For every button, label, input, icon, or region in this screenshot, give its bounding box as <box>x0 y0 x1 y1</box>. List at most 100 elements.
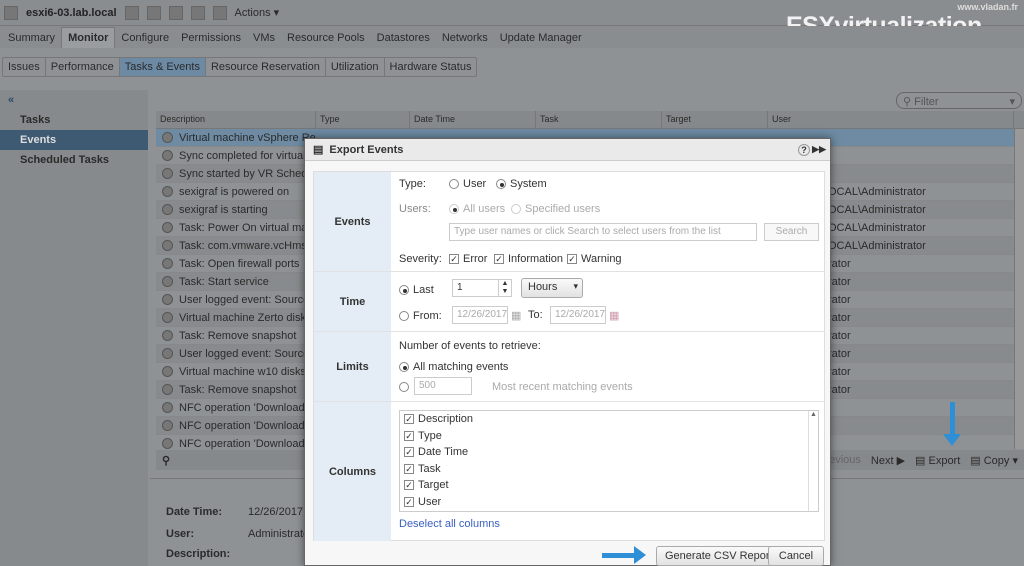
cancel-button[interactable]: Cancel <box>768 546 824 566</box>
event-icon <box>162 366 173 377</box>
main-tabs: Summary Monitor Configure Permissions VM… <box>0 26 1024 48</box>
information-checkbox[interactable]: ✓ Information <box>494 253 563 265</box>
copy-button[interactable]: ▤ Copy ▾ <box>970 454 1018 467</box>
tab-monitor[interactable]: Monitor <box>61 27 116 48</box>
tab-datastores[interactable]: Datastores <box>371 28 436 48</box>
tab-configure[interactable]: Configure <box>115 28 175 48</box>
row-description: NFC operation 'Download' fo... <box>179 437 319 450</box>
actions-menu[interactable]: Actions ▾ <box>235 6 280 19</box>
col-task[interactable]: Task <box>536 111 662 128</box>
deselect-all-link[interactable]: Deselect all columns <box>399 518 500 530</box>
all-users-radio[interactable]: All users <box>449 203 505 215</box>
nav-scheduled-tasks[interactable]: Scheduled Tasks <box>0 150 148 170</box>
detail-user-value: Administrato <box>248 528 310 540</box>
tab-resource-pools[interactable]: Resource Pools <box>281 28 371 48</box>
col-user[interactable]: User <box>768 111 1014 128</box>
subtab-tasks-events[interactable]: Tasks & Events <box>119 58 206 76</box>
column-name: Task <box>418 462 441 475</box>
last-value-stepper[interactable]: ▲ ▼ <box>498 279 512 297</box>
column-name: Description <box>418 413 474 425</box>
tab-summary[interactable]: Summary <box>2 28 61 48</box>
generate-csv-button[interactable]: Generate CSV Report <box>656 546 782 566</box>
col-type[interactable]: Type <box>316 111 410 128</box>
event-count-input[interactable]: 500 <box>414 377 472 395</box>
events-section: Events Type: User System Users: All user… <box>314 172 824 272</box>
subtab-hardware-status[interactable]: Hardware Status <box>385 58 477 76</box>
type-system-radio[interactable]: System <box>496 178 547 190</box>
warning-checkbox[interactable]: ✓ Warning <box>567 253 622 265</box>
tab-networks[interactable]: Networks <box>436 28 494 48</box>
column-name: User <box>418 495 442 508</box>
event-icon <box>162 222 173 233</box>
help-icon[interactable]: ? <box>798 143 810 156</box>
export-button[interactable]: ▤ Export <box>915 454 960 467</box>
column-checkbox[interactable]: ✓ Task <box>404 463 814 480</box>
column-checkbox[interactable]: ✓ Description <box>404 413 814 430</box>
tab-update-manager[interactable]: Update Manager <box>494 28 588 48</box>
recent-label: Most recent matching events <box>492 381 633 393</box>
event-icon <box>162 312 173 323</box>
users-input[interactable]: Type user names or click Search to selec… <box>449 223 757 241</box>
event-icon <box>162 402 173 413</box>
collapse-icon[interactable]: « <box>0 90 148 110</box>
col-description[interactable]: Description <box>156 111 316 128</box>
row-user: OCAL\Administrator <box>828 185 926 198</box>
toolbar-action-icon[interactable] <box>212 5 227 20</box>
subtab-resource-reservation[interactable]: Resource Reservation <box>206 58 326 76</box>
from-radio[interactable]: From: <box>399 310 442 322</box>
time-unit-select[interactable]: Hours ▾ <box>521 278 583 298</box>
subtab-performance[interactable]: Performance <box>46 58 120 76</box>
toolbar-action-icon[interactable] <box>146 5 161 20</box>
binoculars-icon[interactable]: ⚲ <box>162 454 170 467</box>
toolbar-action-icon[interactable] <box>124 5 139 20</box>
subtab-issues[interactable]: Issues <box>3 58 46 76</box>
error-checkbox[interactable]: ✓ Error <box>449 253 487 265</box>
export-label: Export <box>928 454 961 467</box>
filter-input[interactable]: ⚲ Filter ▾ <box>896 92 1022 109</box>
dialog-title-bar[interactable]: ▤ Export Events ? ▶▶ <box>305 139 830 161</box>
columns-scrollbar[interactable]: ▲ <box>808 411 818 511</box>
scrollbar[interactable] <box>1014 129 1024 449</box>
tab-vms[interactable]: VMs <box>247 28 281 48</box>
next-button[interactable]: Next ▶ <box>871 454 905 467</box>
column-checkbox[interactable]: ✓ User <box>404 496 814 513</box>
calendar-icon[interactable]: ▦ <box>609 309 619 322</box>
warning-label: Warning <box>581 253 622 265</box>
column-checkbox[interactable]: ✓ Target <box>404 479 814 496</box>
toolbar-action-icon[interactable] <box>168 5 183 20</box>
from-date-input[interactable]: 12/26/2017 <box>452 306 508 324</box>
export-icon: ▤ <box>313 144 324 156</box>
col-target[interactable]: Target <box>662 111 768 128</box>
search-button[interactable]: Search <box>764 223 819 241</box>
last-label: Last <box>413 284 434 296</box>
toolbar-action-icon[interactable] <box>190 5 205 20</box>
row-user: rator <box>828 383 851 396</box>
event-icon <box>162 168 173 179</box>
row-description: Sync completed for virtual m... <box>179 149 319 162</box>
checkbox-icon: ✓ <box>404 447 414 458</box>
all-matching-radio[interactable]: All matching events <box>399 361 508 373</box>
limits-section: Limits Number of events to retrieve: All… <box>314 332 824 402</box>
recent-radio[interactable] <box>399 381 413 393</box>
severity-label: Severity: <box>399 253 442 265</box>
col-date-time[interactable]: Date Time <box>410 111 536 128</box>
to-date-input[interactable]: 12/26/2017 <box>550 306 606 324</box>
export-events-dialog: ▤ Export Events ? ▶▶ Events Type: User S… <box>304 138 831 566</box>
nav-tasks[interactable]: Tasks <box>0 110 148 130</box>
last-radio[interactable]: Last <box>399 284 434 296</box>
column-checkbox[interactable]: ✓ Date Time <box>404 446 814 463</box>
chevron-down-icon: ▾ <box>573 281 578 291</box>
calendar-icon[interactable]: ▦ <box>511 309 521 322</box>
tab-permissions[interactable]: Permissions <box>175 28 247 48</box>
row-description: User logged event: Source: ... <box>179 293 319 306</box>
expand-icon[interactable]: ▶▶ <box>812 144 826 155</box>
subtab-utilization[interactable]: Utilization <box>326 58 385 76</box>
from-label: From: <box>413 310 442 322</box>
chevron-down-icon[interactable]: ▾ <box>1009 95 1015 108</box>
column-checkbox[interactable]: ✓ Type <box>404 430 814 447</box>
specified-users-radio[interactable]: Specified users <box>511 203 600 215</box>
nav-events[interactable]: Events <box>0 130 148 150</box>
search-icon: ⚲ <box>903 96 915 108</box>
checkbox-icon: ✓ <box>404 414 414 425</box>
type-user-radio[interactable]: User <box>449 178 486 190</box>
